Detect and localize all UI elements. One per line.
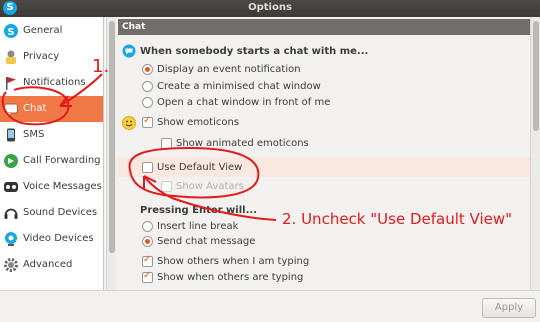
show-animated-emoticons-checkbox[interactable]	[161, 138, 172, 149]
sidebar-item-voice-messages[interactable]: Voice Messages	[0, 174, 103, 200]
chat-info-icon	[122, 44, 136, 58]
show-emoticons-checkbox[interactable]	[142, 115, 153, 128]
use-default-view-checkbox[interactable]	[142, 162, 153, 173]
option-label: Open a chat window in front of me	[157, 97, 331, 108]
show-when-others-typing-checkbox[interactable]	[142, 270, 153, 283]
window-title: Options	[248, 2, 292, 13]
sidebar-item-label: Voice Messages	[23, 181, 102, 192]
option-label: Insert line break	[157, 221, 239, 232]
radio-display-notification[interactable]	[142, 64, 153, 75]
title-bar: S Options	[0, 0, 540, 17]
option-label: Display an event notification	[157, 64, 301, 75]
sidebar-item-notifications[interactable]: Notifications	[0, 70, 103, 96]
show-avatars-checkbox[interactable]	[161, 181, 172, 192]
sidebar-item-general[interactable]: S General	[0, 18, 103, 44]
phone-icon	[7, 128, 15, 142]
privacy-icon	[6, 50, 16, 64]
option-label: Send chat message	[157, 236, 256, 247]
bottom-bar: Apply	[0, 290, 540, 322]
option-label: Show emoticons	[157, 117, 240, 128]
sidebar-item-chat[interactable]: Chat	[0, 96, 103, 122]
sidebar-item-advanced[interactable]: Advanced	[0, 252, 103, 278]
sidebar-item-label: Video Devices	[23, 233, 94, 244]
sidebar-item-label: Privacy	[23, 51, 60, 62]
radio-send-chat-message[interactable]	[142, 236, 153, 247]
option-label: Show animated emoticons	[176, 138, 309, 149]
webcam-icon	[5, 232, 17, 246]
sidebar-item-privacy[interactable]: Privacy	[0, 44, 103, 70]
option-label: Show others when I am typing	[157, 256, 310, 267]
sidebar-item-label: Advanced	[23, 259, 73, 270]
option-label: Create a minimised chat window	[157, 81, 321, 92]
radio-create-minimised[interactable]	[142, 81, 153, 92]
section-title: Chat	[118, 19, 540, 35]
sidebar-item-video-devices[interactable]: Video Devices	[0, 226, 103, 252]
enter-heading: Pressing Enter will...	[140, 205, 257, 216]
call-forward-icon	[4, 154, 18, 168]
apply-button[interactable]: Apply	[482, 298, 536, 318]
skype-icon: S	[4, 24, 18, 38]
sidebar-item-sound-devices[interactable]: Sound Devices	[0, 200, 103, 226]
sidebar-item-label: Chat	[23, 103, 47, 114]
voicemail-icon	[4, 182, 18, 192]
sidebar-item-label: Sound Devices	[23, 207, 98, 218]
option-label: Show Avatars	[176, 181, 244, 192]
smiley-icon	[122, 116, 136, 130]
sidebar-item-label: Notifications	[23, 77, 86, 88]
headset-icon	[4, 208, 18, 219]
sidebar-item-sms[interactable]: SMS	[0, 122, 103, 148]
main-scroll-thumb[interactable]	[533, 21, 539, 131]
main-scrollbar[interactable]	[530, 17, 540, 290]
gear-icon	[4, 258, 18, 272]
show-others-when-i-typing-checkbox[interactable]	[142, 254, 153, 267]
sidebar-item-call-forwarding[interactable]: Call Forwarding	[0, 148, 103, 174]
option-label: Show when others are typing	[157, 272, 304, 283]
step1-annotation-text: 1.	[92, 56, 110, 77]
sidebar-item-label: Call Forwarding	[23, 155, 101, 166]
option-label: Use Default View	[157, 162, 243, 173]
chat-settings-panel: Chat When somebody starts a chat with me…	[118, 17, 540, 290]
sidebar-scroll-thumb[interactable]	[109, 21, 115, 253]
options-sidebar: S General Privacy Notifications Chat SMS…	[0, 17, 104, 290]
chat-start-heading: When somebody starts a chat with me...	[140, 46, 369, 57]
chat-bubble-icon	[4, 103, 18, 116]
radio-insert-line-break[interactable]	[142, 221, 153, 232]
sidebar-item-label: SMS	[23, 129, 45, 140]
svg-text:S: S	[7, 27, 14, 38]
flag-icon	[6, 77, 16, 90]
radio-open-in-front[interactable]	[142, 97, 153, 108]
step2-annotation-text: 2. Uncheck "Use Default View"	[282, 210, 513, 228]
sidebar-item-label: General	[23, 25, 63, 36]
